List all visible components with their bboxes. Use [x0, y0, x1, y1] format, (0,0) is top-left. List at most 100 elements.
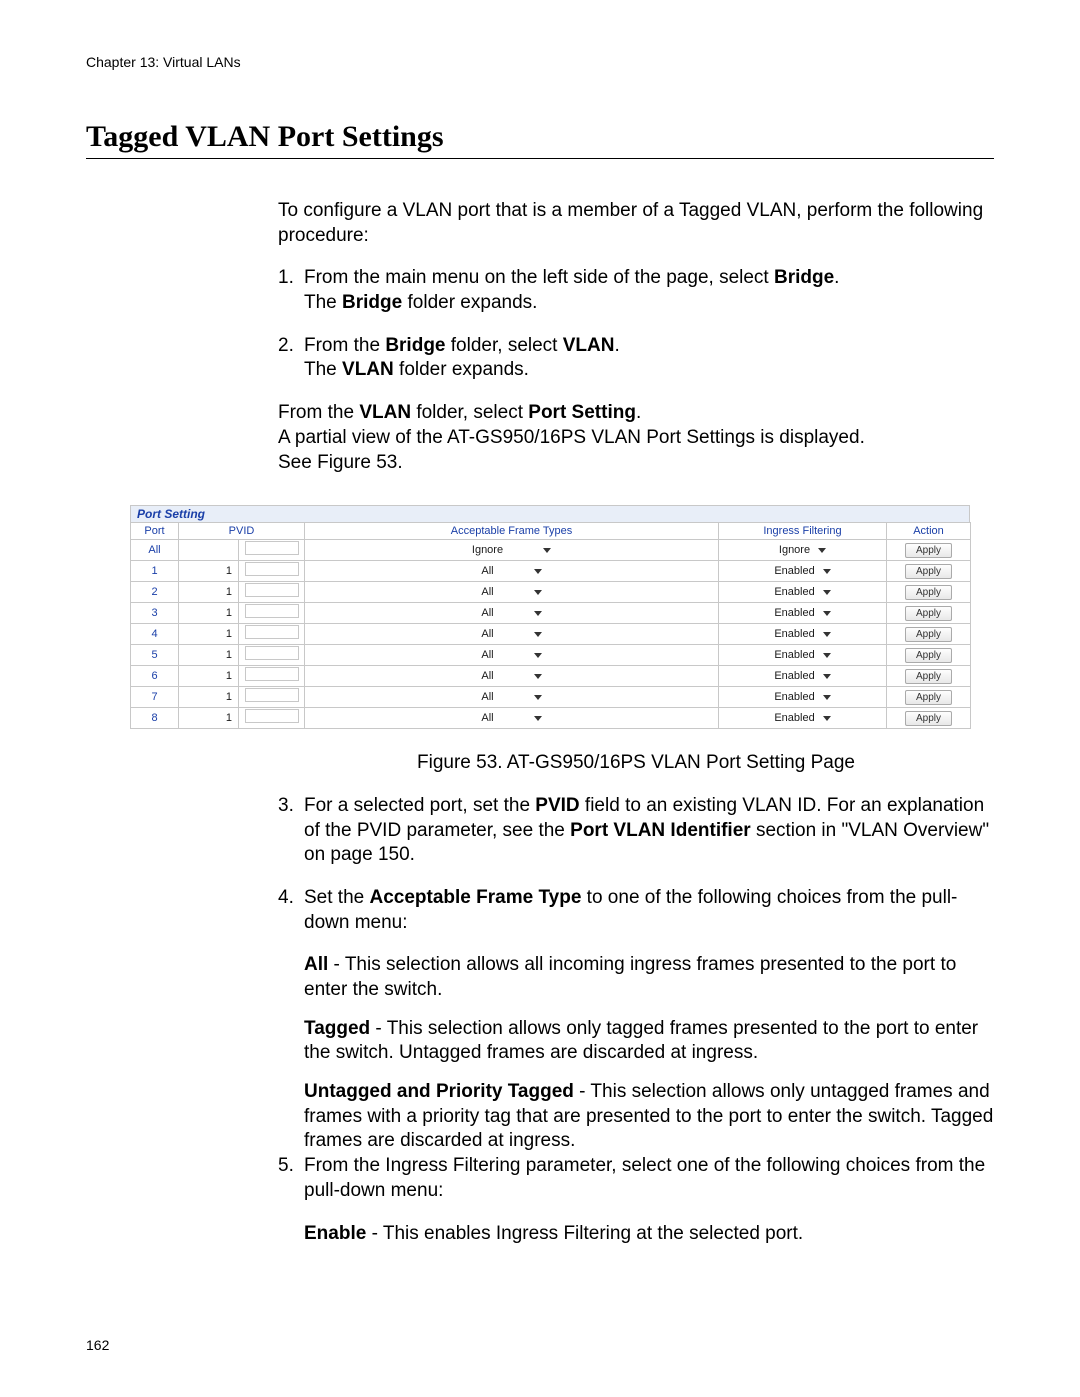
ingress-filter-dropdown[interactable]: Enabled: [774, 669, 830, 683]
cell-pvid-value: 1: [179, 687, 239, 708]
cell-pvid-input[interactable]: [239, 603, 305, 624]
ingress-filter-dropdown[interactable]: Enabled: [774, 627, 830, 641]
pvid-input[interactable]: [245, 625, 299, 639]
ingress-filter-dropdown[interactable]: Enabled: [774, 585, 830, 599]
pvid-input[interactable]: [245, 646, 299, 660]
aft-dropdown[interactable]: All: [481, 690, 541, 704]
ingress-filter-dropdown[interactable]: Enabled: [774, 564, 830, 578]
cell-ingress-filtering[interactable]: Enabled: [719, 708, 887, 729]
apply-button[interactable]: Apply: [905, 711, 952, 726]
text: folder expands.: [394, 359, 529, 380]
aft-dropdown[interactable]: All: [481, 585, 541, 599]
text: From the: [278, 402, 359, 423]
pvid-input[interactable]: [245, 709, 299, 723]
aft-dropdown[interactable]: All: [481, 564, 541, 578]
dropdown-value: Enabled: [774, 669, 814, 683]
apply-button[interactable]: Apply: [905, 648, 952, 663]
cell-aft[interactable]: All: [305, 666, 719, 687]
chevron-down-icon: [818, 548, 826, 553]
apply-button[interactable]: Apply: [905, 564, 952, 579]
cell-action: Apply: [887, 708, 971, 729]
cell-pvid-input[interactable]: [239, 624, 305, 645]
aft-dropdown[interactable]: All: [481, 669, 541, 683]
apply-button[interactable]: Apply: [905, 669, 952, 684]
cell-port: 7: [131, 687, 179, 708]
chevron-down-icon: [534, 611, 542, 616]
divider: [86, 158, 994, 159]
ingress-filter-dropdown[interactable]: Enabled: [774, 711, 830, 725]
cell-aft[interactable]: All: [305, 708, 719, 729]
panel-title: Port Setting: [130, 505, 970, 522]
cell-aft[interactable]: All: [305, 603, 719, 624]
step-3: 3. For a selected port, set the PVID fie…: [278, 794, 994, 868]
apply-button[interactable]: Apply: [905, 543, 952, 558]
apply-button[interactable]: Apply: [905, 690, 952, 705]
cell-port: 4: [131, 624, 179, 645]
chevron-down-icon: [823, 716, 831, 721]
cell-ingress-filtering[interactable]: Enabled: [719, 624, 887, 645]
cell-ingress-filtering[interactable]: Enabled: [719, 582, 887, 603]
cell-port: 6: [131, 666, 179, 687]
text: The: [304, 292, 342, 313]
dropdown-value: All: [481, 606, 493, 620]
table-row: 71 All Enabled Apply: [131, 687, 971, 708]
pvid-input[interactable]: [245, 541, 299, 555]
aft-dropdown[interactable]: Ignore: [472, 543, 551, 557]
cell-ingress-filtering[interactable]: Enabled: [719, 645, 887, 666]
dropdown-value: All: [481, 627, 493, 641]
cell-port: 2: [131, 582, 179, 603]
cell-pvid-input[interactable]: [239, 540, 305, 561]
cell-aft[interactable]: Ignore: [305, 540, 719, 561]
chevron-down-icon: [534, 653, 542, 658]
text: .: [834, 267, 839, 288]
bold-text: Acceptable Frame Type: [370, 887, 582, 908]
pvid-input[interactable]: [245, 604, 299, 618]
apply-button[interactable]: Apply: [905, 606, 952, 621]
cell-pvid-input[interactable]: [239, 561, 305, 582]
chevron-down-icon: [534, 695, 542, 700]
cell-aft[interactable]: All: [305, 687, 719, 708]
ingress-filter-dropdown[interactable]: Enabled: [774, 690, 830, 704]
cell-ingress-filtering[interactable]: Enabled: [719, 666, 887, 687]
step-number: 3.: [278, 794, 304, 868]
aft-dropdown[interactable]: All: [481, 606, 541, 620]
cell-action: Apply: [887, 666, 971, 687]
cell-aft[interactable]: All: [305, 582, 719, 603]
cell-pvid-input[interactable]: [239, 582, 305, 603]
col-port: Port: [131, 523, 179, 540]
pvid-input[interactable]: [245, 667, 299, 681]
ingress-filter-dropdown[interactable]: Ignore: [779, 543, 826, 557]
cell-pvid-input[interactable]: [239, 666, 305, 687]
aft-dropdown[interactable]: All: [481, 648, 541, 662]
cell-ingress-filtering[interactable]: Ignore: [719, 540, 887, 561]
cell-aft[interactable]: All: [305, 624, 719, 645]
step-2b: From the VLAN folder, select Port Settin…: [278, 401, 994, 475]
pvid-input[interactable]: [245, 688, 299, 702]
text: Set the: [304, 887, 370, 908]
cell-pvid-input[interactable]: [239, 645, 305, 666]
cell-ingress-filtering[interactable]: Enabled: [719, 561, 887, 582]
bold-text: Enable: [304, 1223, 366, 1244]
text: folder, select: [446, 335, 563, 356]
pvid-input[interactable]: [245, 562, 299, 576]
ingress-filter-dropdown[interactable]: Enabled: [774, 606, 830, 620]
apply-button[interactable]: Apply: [905, 585, 952, 600]
cell-aft[interactable]: All: [305, 645, 719, 666]
aft-dropdown[interactable]: All: [481, 711, 541, 725]
dropdown-value: Enabled: [774, 711, 814, 725]
ingress-filter-dropdown[interactable]: Enabled: [774, 648, 830, 662]
cell-ingress-filtering[interactable]: Enabled: [719, 603, 887, 624]
cell-ingress-filtering[interactable]: Enabled: [719, 687, 887, 708]
cell-pvid-value: 1: [179, 624, 239, 645]
step-4-option-tagged: Tagged - This selection allows only tagg…: [304, 1017, 994, 1066]
cell-port: 3: [131, 603, 179, 624]
aft-dropdown[interactable]: All: [481, 627, 541, 641]
cell-pvid-input[interactable]: [239, 708, 305, 729]
cell-aft[interactable]: All: [305, 561, 719, 582]
cell-pvid-input[interactable]: [239, 687, 305, 708]
col-pvid: PVID: [179, 523, 305, 540]
apply-button[interactable]: Apply: [905, 627, 952, 642]
dropdown-value: Enabled: [774, 690, 814, 704]
pvid-input[interactable]: [245, 583, 299, 597]
step-body: From the Bridge folder, select VLAN. The…: [304, 334, 994, 383]
